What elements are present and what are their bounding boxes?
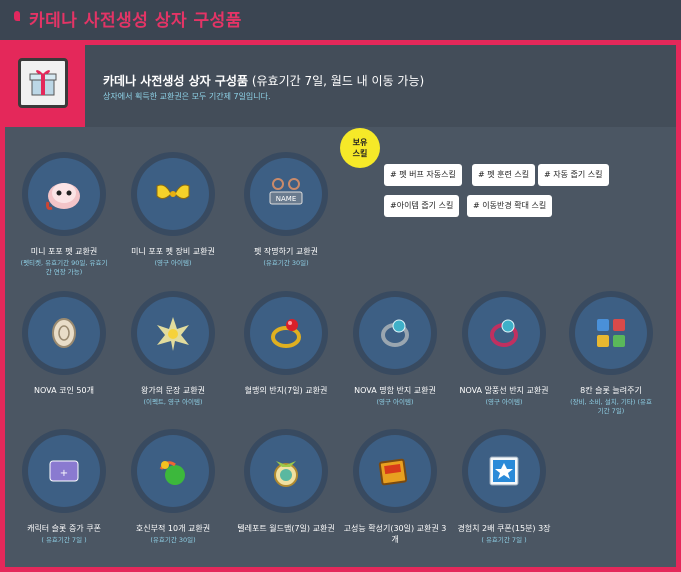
item-label: 펫 작명하기 교환권 <box>254 247 318 256</box>
skill-tag: #아이템 줍기 스킬 <box>384 195 460 217</box>
item-card: 왕가의 문장 교환권 (이펙트, 영구 아이템) <box>118 291 228 407</box>
item-note: ( 유효기간 7일 ) <box>481 536 527 544</box>
teleport-icon <box>244 429 328 513</box>
item-card: NOVA 코인 50개 <box>9 291 119 398</box>
item-card: NOVA 말풍선 반지 교환권 (영구 아이템) <box>449 291 559 407</box>
skill-tag: # 자동 줍기 스킬 <box>538 164 609 186</box>
item-label: 혈맹의 반지(7일) 교환권 <box>244 386 328 395</box>
header-subtitle: 상자에서 획득한 교환권은 모두 기간제 7일입니다. <box>103 92 271 101</box>
owned-skills-badge: 보유 스킬 <box>340 128 380 168</box>
item-label: NOVA 말풍선 반지 교환권 <box>459 386 549 395</box>
item-card: 미니 포포 펫 장비 교환권 (영구 아이템) <box>118 152 228 268</box>
item-label: 미니 포포 펫 교환권 <box>30 247 98 256</box>
item-note: (펫티켓, 유효기간 90일, 유효기간 연장 가능) <box>20 259 108 276</box>
item-note: (장비, 소비, 설치, 기타) (유효기간 7일) <box>570 398 652 415</box>
item-note: (유효기간 30일) <box>263 259 309 267</box>
item-label: 미니 포포 펫 장비 교환권 <box>131 247 215 256</box>
skill-tag: # 펫 훈련 스킬 <box>472 164 536 186</box>
bubble-ring-icon <box>462 291 546 375</box>
pet-equip-icon <box>131 152 215 236</box>
item-card: NOVA 명함 반지 교환권 (영구 아이템) <box>340 291 450 407</box>
item-note: (영구 아이템) <box>376 398 414 406</box>
header-title: 카데나 사전생성 상자 구성품 (유효기간 7일, 월드 내 이동 가능) <box>103 72 424 89</box>
blood-ring-icon <box>244 291 328 375</box>
item-card: NAME 펫 작명하기 교환권 (유효기간 30일) <box>231 152 341 268</box>
item-label: 호신부적 10개 교환권 <box>135 524 211 533</box>
item-label: 고성능 확성기(30일) 교환권 3개 <box>343 524 447 544</box>
item-card: + 캐릭터 슬롯 증가 쿠폰 ( 유효기간 7일 ) <box>9 429 119 545</box>
item-label: 8칸 슬롯 늘려주기 <box>580 386 642 395</box>
charm-icon <box>131 429 215 513</box>
character-slot-icon: + <box>22 429 106 513</box>
title-bar: 카데나 사전생성 상자 구성품 <box>0 0 681 40</box>
item-card: 미니 포포 펫 교환권 (펫티켓, 유효기간 90일, 유효기간 연장 가능) <box>9 152 119 277</box>
svg-text:+: + <box>60 468 68 479</box>
item-card: 경험치 2배 쿠폰(15분) 3장 ( 유효기간 7일 ) <box>449 429 559 545</box>
gift-box-icon <box>18 58 68 108</box>
slot-icon <box>569 291 653 375</box>
item-note: (영구 아이템) <box>485 398 523 406</box>
item-label: 왕가의 문장 교환권 <box>141 386 205 395</box>
item-note: ( 유효기간 7일 ) <box>41 536 87 544</box>
item-label: NOVA 명함 반지 교환권 <box>354 386 436 395</box>
item-label: NOVA 코인 50개 <box>34 386 94 395</box>
skill-tag: # 이동반경 확대 스킬 <box>467 195 553 217</box>
page-title: 카데나 사전생성 상자 구성품 <box>29 11 242 31</box>
item-note: (영구 아이템) <box>154 259 192 267</box>
item-label: 경험치 2배 쿠폰(15분) 3장 <box>457 524 551 533</box>
item-note: (이펙트, 영구 아이템) <box>143 398 203 406</box>
item-card: 고성능 확성기(30일) 교환권 3개 <box>340 429 450 547</box>
item-card: 텔레포트 월드맵(7일) 교환권 <box>231 429 341 536</box>
pet-icon <box>22 152 106 236</box>
item-note: (유효기간 30일) <box>150 536 196 544</box>
header-title-rest: (유효기간 7일, 월드 내 이동 가능) <box>248 74 425 88</box>
exp-coupon-icon <box>462 429 546 513</box>
title-marker-icon <box>14 11 20 21</box>
megaphone-icon <box>353 429 437 513</box>
item-label: 캐릭터 슬롯 증가 쿠폰 <box>27 524 101 533</box>
item-label: 텔레포트 월드맵(7일) 교환권 <box>237 524 335 533</box>
item-card: 혈맹의 반지(7일) 교환권 <box>231 291 341 398</box>
skill-tag: # 펫 버프 자동스킬 <box>384 164 462 186</box>
item-card: 호신부적 10개 교환권 (유효기간 30일) <box>118 429 228 545</box>
item-card: 8칸 슬롯 늘려주기 (장비, 소비, 설치, 기타) (유효기간 7일) <box>556 291 666 416</box>
coin-icon <box>22 291 106 375</box>
header-title-bold: 카데나 사전생성 상자 구성품 <box>103 74 249 88</box>
name-tag-icon: NAME <box>244 152 328 236</box>
card-ring-icon <box>353 291 437 375</box>
svg-text:NAME: NAME <box>276 195 297 203</box>
box-icon-container <box>5 45 85 127</box>
owned-skills-panel: 보유 스킬 # 펫 버프 자동스킬 # 펫 훈련 스킬 # 자동 줍기 스킬 #… <box>340 108 610 217</box>
crest-icon <box>131 291 215 375</box>
